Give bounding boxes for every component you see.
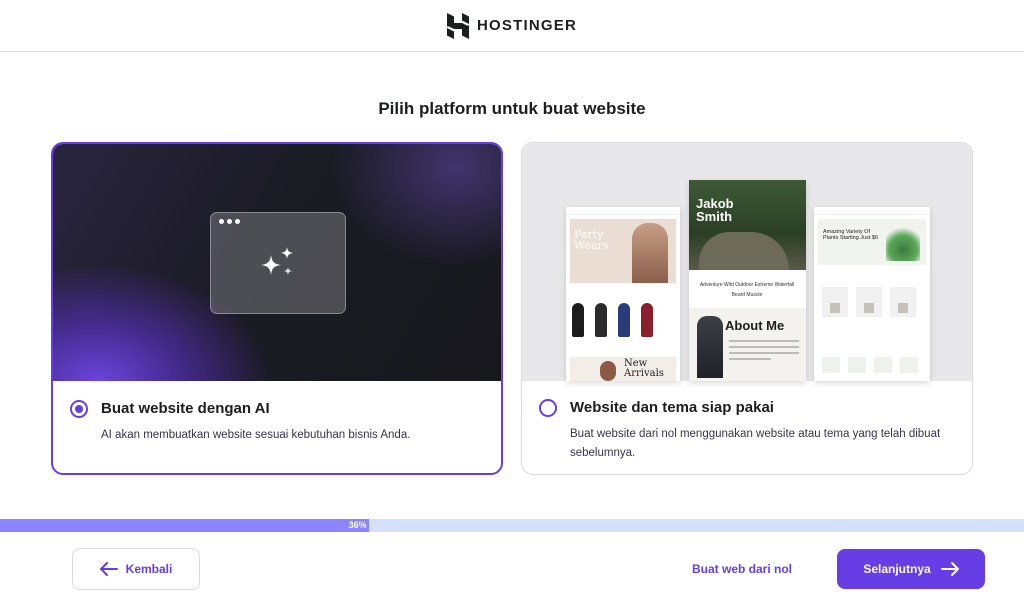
option-ai-description: AI akan membuatkan website sesuai kebutu… bbox=[101, 429, 411, 441]
build-from-scratch-link[interactable]: Buat web dari nol bbox=[692, 562, 792, 576]
ai-hero-image bbox=[53, 144, 501, 381]
next-button[interactable]: Selanjutnya bbox=[837, 549, 985, 589]
radio-themes[interactable] bbox=[539, 399, 557, 417]
themes-preview: Party Wears New Arrivals Jakob Smith Adv… bbox=[522, 143, 972, 381]
brand-name: HOSTINGER bbox=[477, 17, 577, 34]
option-ai-footer: Buat website dengan AI AI akan membuatka… bbox=[53, 381, 501, 473]
ai-window-illustration bbox=[210, 212, 346, 314]
option-card-ai[interactable]: Buat website dengan AI AI akan membuatka… bbox=[51, 142, 503, 475]
option-themes-description: Buat website dari nol menggunakan websit… bbox=[570, 428, 941, 459]
hostinger-logo-icon bbox=[447, 12, 469, 39]
progress-fill: 36% bbox=[0, 519, 369, 532]
brand: HOSTINGER bbox=[447, 12, 577, 39]
arrow-right-icon bbox=[940, 562, 959, 576]
arrow-left-icon bbox=[99, 562, 118, 576]
plants-template-preview: Amazing Variety Of Plants Starting Just … bbox=[814, 207, 930, 381]
fashion-arrivals: New Arrivals bbox=[624, 358, 664, 379]
progress-label: 36% bbox=[348, 520, 367, 530]
radio-ai-selected[interactable] bbox=[70, 400, 88, 418]
fashion-template-preview: Party Wears New Arrivals bbox=[566, 207, 680, 381]
portfolio-about: About Me bbox=[725, 318, 785, 333]
back-button[interactable]: Kembali bbox=[72, 548, 200, 590]
fashion-headline: Party Wears bbox=[574, 228, 609, 252]
progress-bar: 36% bbox=[0, 519, 1024, 532]
option-themes-title: Website dan tema siap pakai bbox=[570, 399, 774, 416]
option-themes-footer: Website dan tema siap pakai Buat website… bbox=[522, 380, 972, 474]
top-header: HOSTINGER bbox=[0, 0, 1024, 52]
plants-headline: Amazing Variety Of Plants Starting Just … bbox=[823, 229, 879, 241]
next-label: Selanjutnya bbox=[863, 562, 931, 576]
page-title: Pilih platform untuk buat website bbox=[378, 99, 646, 118]
option-ai-title: Buat website dengan AI bbox=[101, 400, 270, 417]
back-label: Kembali bbox=[125, 562, 173, 576]
option-card-themes[interactable]: Party Wears New Arrivals Jakob Smith Adv… bbox=[521, 142, 973, 475]
portfolio-name: Jakob Smith bbox=[696, 196, 734, 224]
portfolio-tags: Adventure Wild Outdoor Extreme Waterfall… bbox=[699, 282, 795, 298]
window-dots bbox=[219, 219, 240, 224]
portfolio-template-preview: Jakob Smith Adventure Wild Outdoor Extre… bbox=[689, 180, 806, 381]
sparkle-icon bbox=[261, 247, 293, 275]
